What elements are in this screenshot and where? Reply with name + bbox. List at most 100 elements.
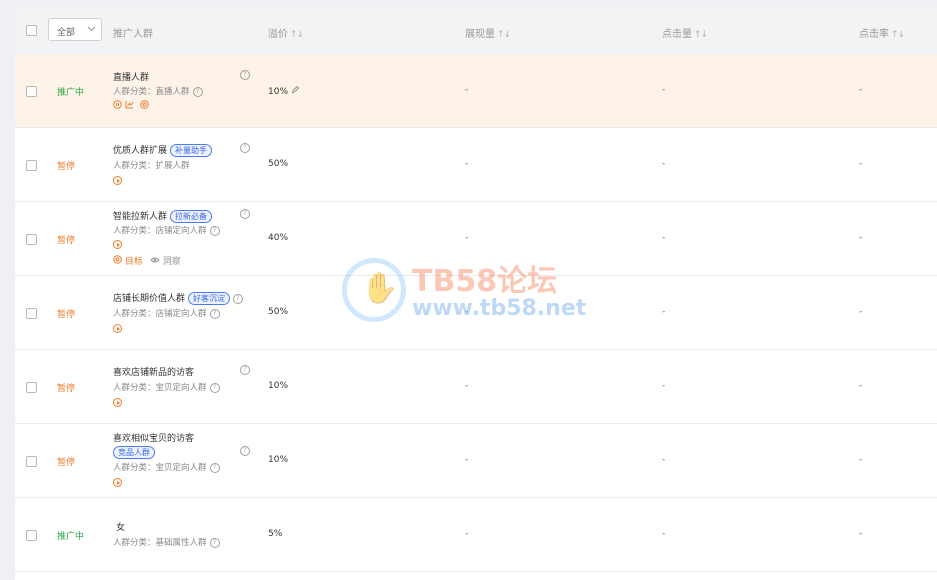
status-filter-value: 全部 (57, 28, 76, 38)
audience-category: 人群分类：宝贝定向人群? (113, 381, 220, 393)
row-checkbox[interactable] (26, 308, 37, 319)
help-icon[interactable]: ? (192, 86, 203, 97)
sort-icon: ↑↓ (694, 30, 708, 40)
table-header: 全部 推广人群 溢价 ↑↓ 展现量 ↑↓ 点击量 ↑↓ 点击率 ↑↓ (15, 7, 937, 54)
audience-name[interactable]: 直播人群 (113, 70, 149, 83)
play-icon[interactable] (113, 324, 122, 333)
audience-name[interactable]: 喜欢相似宝贝的访客 (113, 431, 194, 444)
audience-table: 全部 推广人群 溢价 ↑↓ 展现量 ↑↓ 点击量 ↑↓ 点击率 ↑↓ 推广中 直播人群 … (15, 7, 937, 580)
row-checkbox[interactable] (26, 234, 37, 245)
header-impressions[interactable]: 展现量 ↑↓ (465, 25, 511, 40)
impressions-value: - (465, 85, 469, 95)
table-row: 暂停 智能拉新人群 拉新必备 ? 人群分类：店铺定向人群? 目标 洞察 40% -… (15, 202, 937, 276)
row-checkbox[interactable] (26, 382, 37, 393)
help-icon[interactable]: ? (240, 365, 250, 375)
help-icon[interactable]: ? (209, 225, 220, 236)
insight-link[interactable]: 洞察 (150, 257, 181, 267)
ctr-value: - (859, 529, 863, 539)
row-checkbox[interactable] (26, 456, 37, 467)
category-prefix: 人群分类： (113, 87, 156, 97)
clicks-value: - (662, 307, 666, 317)
audience-category: 人群分类：店铺定向人群? (113, 307, 220, 319)
ctr-value: - (859, 381, 863, 391)
ctr-value: - (859, 85, 863, 95)
audience-category: 人群分类：店铺定向人群? (113, 224, 220, 236)
status-label: 推广中 (57, 532, 85, 542)
target-label: 目标 (124, 257, 143, 267)
status-label: 暂停 (57, 236, 76, 246)
help-icon[interactable]: ? (209, 308, 220, 319)
category-value: 宝贝定向人群 (155, 383, 207, 393)
pause-icon[interactable] (113, 100, 122, 109)
category-value: 扩展人群 (155, 161, 190, 171)
audience-name[interactable]: 优质人群扩展 补量助手 (113, 143, 213, 157)
row-checkbox[interactable] (26, 160, 37, 171)
category-prefix: 人群分类： (113, 161, 156, 171)
audience-name[interactable]: 店铺长期价值人群 好客沉淀? (113, 291, 244, 305)
row-action-icons (113, 100, 149, 112)
header-ctr[interactable]: 点击率 ↑↓ (859, 25, 905, 40)
play-icon[interactable] (113, 398, 122, 407)
help-icon[interactable]: ? (240, 70, 250, 80)
header-premium[interactable]: 溢价 ↑↓ (268, 25, 304, 40)
help-icon[interactable]: ? (240, 446, 250, 456)
audience-name[interactable]: 女 (116, 520, 125, 533)
header-clicks-label: 点击量 (662, 29, 692, 40)
audience-tag: 补量助手 (170, 144, 213, 157)
help-icon[interactable]: ? (209, 382, 220, 393)
category-value: 店铺定向人群 (155, 226, 207, 236)
impressions-value: - (465, 307, 469, 317)
help-icon[interactable]: ? (233, 293, 244, 304)
table-row: 暂停 店铺长期价值人群 好客沉淀? 人群分类：店铺定向人群? 50% - - - (15, 276, 937, 350)
play-icon[interactable] (113, 478, 122, 487)
audience-name-text: 智能拉新人群 (113, 212, 168, 222)
table-row (15, 572, 937, 580)
header-impressions-label: 展现量 (465, 29, 495, 40)
help-icon[interactable]: ? (240, 143, 250, 153)
audience-tag: 竞品人群 (113, 446, 155, 459)
edit-pencil-icon[interactable] (291, 85, 300, 94)
clicks-value: - (662, 159, 666, 169)
chart-icon[interactable] (125, 100, 134, 109)
insight-label: 洞察 (162, 257, 181, 267)
table-row: 推广中 直播人群 ? 人群分类：直播人群? 10% - - - (15, 54, 937, 128)
header-audience: 推广人群 (113, 29, 153, 40)
help-icon[interactable]: ? (209, 462, 220, 473)
category-prefix: 人群分类： (113, 383, 156, 393)
table-row: 暂停 优质人群扩展 补量助手 ? 人群分类：扩展人群 50% - - - (15, 128, 937, 202)
premium-text: 10% (268, 87, 289, 97)
audience-tag: 好客沉淀 (188, 292, 231, 305)
clicks-value: - (662, 381, 666, 391)
target-icon (113, 255, 122, 264)
clicks-value: - (662, 529, 666, 539)
impressions-value: - (465, 381, 469, 391)
chevron-down-icon (87, 26, 96, 32)
row-checkbox[interactable] (26, 530, 37, 541)
audience-category: 人群分类：直播人群? (113, 85, 203, 97)
play-icon[interactable] (113, 240, 122, 249)
help-icon[interactable]: ? (209, 537, 220, 548)
target-icon[interactable] (139, 100, 149, 109)
target-link[interactable]: 目标 (113, 255, 146, 267)
header-premium-label: 溢价 (268, 29, 288, 40)
row-checkbox[interactable] (26, 86, 37, 97)
status-label: 暂停 (57, 310, 76, 320)
help-icon[interactable]: ? (240, 209, 250, 219)
table-row: 暂停 喜欢相似宝贝的访客 ? 竞品人群 人群分类：宝贝定向人群? 10% - -… (15, 424, 937, 498)
audience-name[interactable]: 喜欢店铺新品的访客 (113, 365, 194, 378)
audience-name-text: 女 (116, 523, 126, 533)
premium-value: 10% (268, 85, 300, 97)
select-all-checkbox[interactable] (26, 25, 37, 36)
eye-icon (150, 257, 160, 263)
category-prefix: 人群分类： (113, 309, 156, 319)
header-clicks[interactable]: 点击量 ↑↓ (662, 25, 708, 40)
status-filter-select[interactable]: 全部 (48, 18, 102, 41)
ctr-value: - (859, 233, 863, 243)
clicks-value: - (662, 233, 666, 243)
premium-value: 10% (268, 381, 289, 391)
audience-name[interactable]: 智能拉新人群 拉新必备 (113, 209, 213, 223)
premium-value: 5% (268, 529, 283, 539)
play-icon[interactable] (113, 176, 122, 185)
category-value: 直播人群 (155, 87, 190, 97)
category-prefix: 人群分类： (113, 538, 156, 548)
